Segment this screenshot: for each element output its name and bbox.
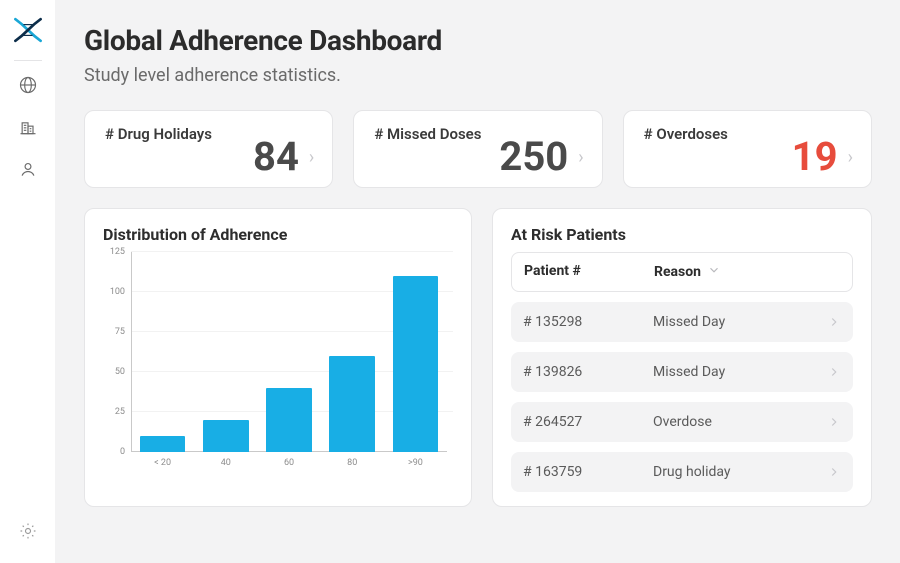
chevron-down-icon: [707, 263, 721, 281]
building-icon[interactable]: [18, 117, 38, 137]
y-tick: 125: [110, 247, 125, 257]
risk-row[interactable]: # 135298Missed Day: [511, 302, 853, 342]
risk-row[interactable]: # 163759Drug holiday: [511, 452, 853, 492]
col-reason[interactable]: Reason: [654, 263, 840, 281]
y-tick: 100: [110, 287, 125, 297]
bar: [329, 356, 375, 452]
bar: [266, 388, 312, 452]
bar-slot: 40: [194, 420, 257, 452]
page-subtitle: Study level adherence statistics.: [84, 65, 872, 86]
x-label: 80: [321, 458, 384, 468]
y-tick: 75: [115, 327, 125, 337]
chevron-right-icon: [827, 415, 841, 429]
risk-patient: # 139826: [523, 364, 653, 380]
x-label: 40: [194, 458, 257, 468]
risk-reason: Missed Day: [653, 314, 725, 330]
settings-icon[interactable]: [18, 521, 38, 545]
risk-reason: Drug holiday: [653, 464, 731, 480]
risk-reason: Overdose: [653, 414, 712, 430]
chevron-right-icon: ›: [309, 147, 314, 168]
bar-slot: >90: [384, 276, 447, 452]
at-risk-panel: At Risk Patients Patient # Reason # 1352…: [492, 208, 872, 507]
chart-title: Distribution of Adherence: [103, 225, 453, 244]
stats-row: # Drug Holidays 84 › # Missed Doses 250 …: [84, 110, 872, 188]
main-content: Global Adherence Dashboard Study level a…: [56, 0, 900, 563]
risk-patient: # 264527: [523, 414, 653, 430]
risk-patient: # 135298: [523, 314, 653, 330]
bar-slot: 60: [257, 388, 320, 452]
bar: [140, 436, 186, 452]
sidebar-divider: [14, 60, 42, 61]
chevron-right-icon: [827, 465, 841, 479]
risk-table-header: Patient # Reason: [511, 252, 853, 292]
col-patient: Patient #: [524, 263, 654, 281]
sidebar: [0, 0, 56, 563]
chevron-right-icon: [827, 365, 841, 379]
risk-title: At Risk Patients: [511, 225, 853, 244]
stat-card-overdoses[interactable]: # Overdoses 19 ›: [623, 110, 872, 188]
y-tick: 50: [115, 367, 125, 377]
x-label: < 20: [131, 458, 194, 468]
bar-chart: 0255075100125 < 20406080>90: [103, 252, 453, 470]
risk-row[interactable]: # 264527Overdose: [511, 402, 853, 442]
chevron-right-icon: ›: [578, 147, 583, 168]
risk-reason: Missed Day: [653, 364, 725, 380]
risk-row[interactable]: # 139826Missed Day: [511, 352, 853, 392]
chart-panel: Distribution of Adherence 0255075100125 …: [84, 208, 472, 507]
app-logo: [8, 10, 48, 50]
user-icon[interactable]: [18, 159, 38, 179]
bar: [393, 276, 439, 452]
globe-icon[interactable]: [18, 75, 38, 95]
stat-value: 19: [792, 137, 838, 177]
page-title: Global Adherence Dashboard: [84, 24, 872, 57]
bar-slot: 80: [321, 356, 384, 452]
stat-card-missed-doses[interactable]: # Missed Doses 250 ›: [353, 110, 602, 188]
stat-value: 250: [499, 137, 568, 177]
y-tick: 25: [115, 407, 125, 417]
x-label: 60: [257, 458, 320, 468]
bar: [203, 420, 249, 452]
y-tick: 0: [120, 447, 125, 457]
stat-card-drug-holidays[interactable]: # Drug Holidays 84 ›: [84, 110, 333, 188]
stat-value: 84: [253, 137, 299, 177]
chevron-right-icon: [827, 315, 841, 329]
x-label: >90: [384, 458, 447, 468]
chevron-right-icon: ›: [848, 147, 853, 168]
risk-patient: # 163759: [523, 464, 653, 480]
bar-slot: < 20: [131, 436, 194, 452]
